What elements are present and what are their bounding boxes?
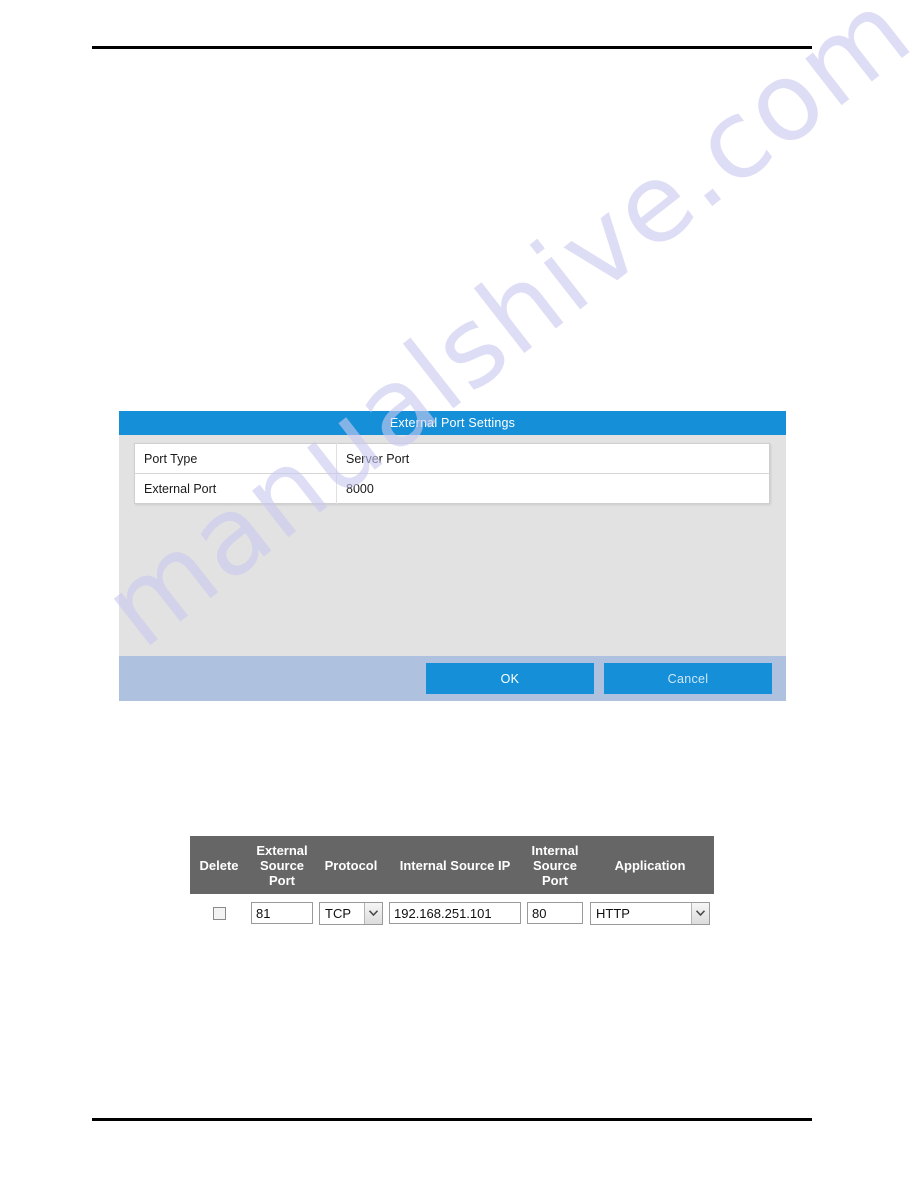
page-footer-rule: [92, 1118, 812, 1121]
external-source-port-input[interactable]: 81: [251, 902, 313, 924]
page-header-rule: [92, 46, 812, 49]
cell-internal-source-ip: 192.168.251.101: [386, 902, 524, 924]
dialog-footer: OK Cancel: [119, 656, 786, 701]
application-select-value: HTTP: [596, 905, 630, 921]
external-port-label: External Port: [134, 473, 337, 504]
table-row: Port Type Server Port: [134, 443, 770, 474]
dialog-body: Port Type Server Port External Port 8000: [119, 435, 786, 656]
internal-source-port-input[interactable]: 80: [527, 902, 583, 924]
protocol-select-value: TCP: [325, 905, 351, 921]
application-select[interactable]: HTTP: [590, 901, 710, 925]
port-type-label: Port Type: [134, 443, 337, 474]
column-header-internal-source-port: Internal Source Port: [531, 842, 579, 888]
dialog-title: External Port Settings: [389, 416, 516, 430]
cancel-button[interactable]: Cancel: [604, 663, 772, 694]
table-row: External Port 8000: [134, 473, 770, 504]
ok-button[interactable]: OK: [426, 663, 594, 694]
cell-internal-source-port: 80: [524, 902, 586, 924]
chevron-down-icon: [691, 902, 709, 924]
settings-table: Port Type Server Port External Port 8000: [134, 443, 770, 504]
column-header-application: Application: [614, 857, 686, 873]
table-header-row: Delete External Source Port Protocol Int…: [190, 836, 714, 894]
delete-checkbox[interactable]: [212, 906, 226, 920]
cell-external-source-port: 81: [248, 902, 316, 924]
dialog-titlebar: External Port Settings: [119, 411, 786, 435]
column-header-delete: Delete: [199, 857, 239, 873]
external-port-value[interactable]: 8000: [336, 473, 770, 504]
cell-delete: [190, 906, 248, 920]
port-type-value: Server Port: [336, 443, 770, 474]
cell-protocol: TCP: [316, 901, 386, 925]
cell-application: HTTP: [586, 901, 714, 925]
table-row: 81 TCP 192.168.251.101 80 HTTP: [190, 894, 714, 928]
column-header-internal-source-ip: Internal Source IP: [399, 857, 511, 873]
protocol-select[interactable]: TCP: [319, 901, 383, 925]
external-port-settings-dialog: External Port Settings Port Type Server …: [119, 411, 786, 701]
column-header-external-source-port: External Source Port: [256, 842, 308, 888]
chevron-down-icon: [364, 902, 382, 924]
internal-source-ip-input[interactable]: 192.168.251.101: [389, 902, 521, 924]
port-forwarding-table: Delete External Source Port Protocol Int…: [190, 836, 714, 928]
column-header-protocol: Protocol: [324, 857, 378, 873]
